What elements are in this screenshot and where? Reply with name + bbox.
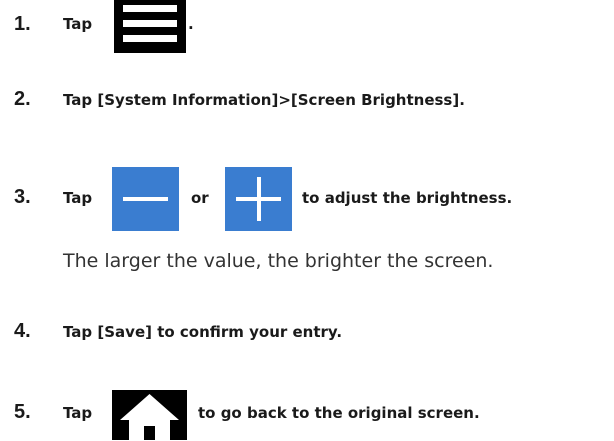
menu-icon [114,0,186,53]
step-text-end: to go back to the original screen. [198,404,480,422]
step-number: 1. [14,13,31,35]
step-number: 4. [14,320,31,342]
step-number: 5. [14,401,31,423]
step-number: 3. [14,186,31,208]
step-text-end: . [188,15,194,33]
step-number: 2. [14,88,31,110]
step-text-end: to adjust the brightness. [302,189,513,207]
home-icon [112,390,187,440]
step-text-or: or [191,189,209,207]
step-text: Tap [Save] to confirm your entry. [63,323,343,341]
step-text: Tap [63,189,93,207]
step-text: Tap [63,15,93,33]
step-text: Tap [System Information]>[Screen Brightn… [63,91,465,109]
plus-icon [225,167,292,231]
step-note: The larger the value, the brighter the s… [63,250,494,272]
minus-icon [112,167,179,231]
step-text: Tap [63,404,93,422]
